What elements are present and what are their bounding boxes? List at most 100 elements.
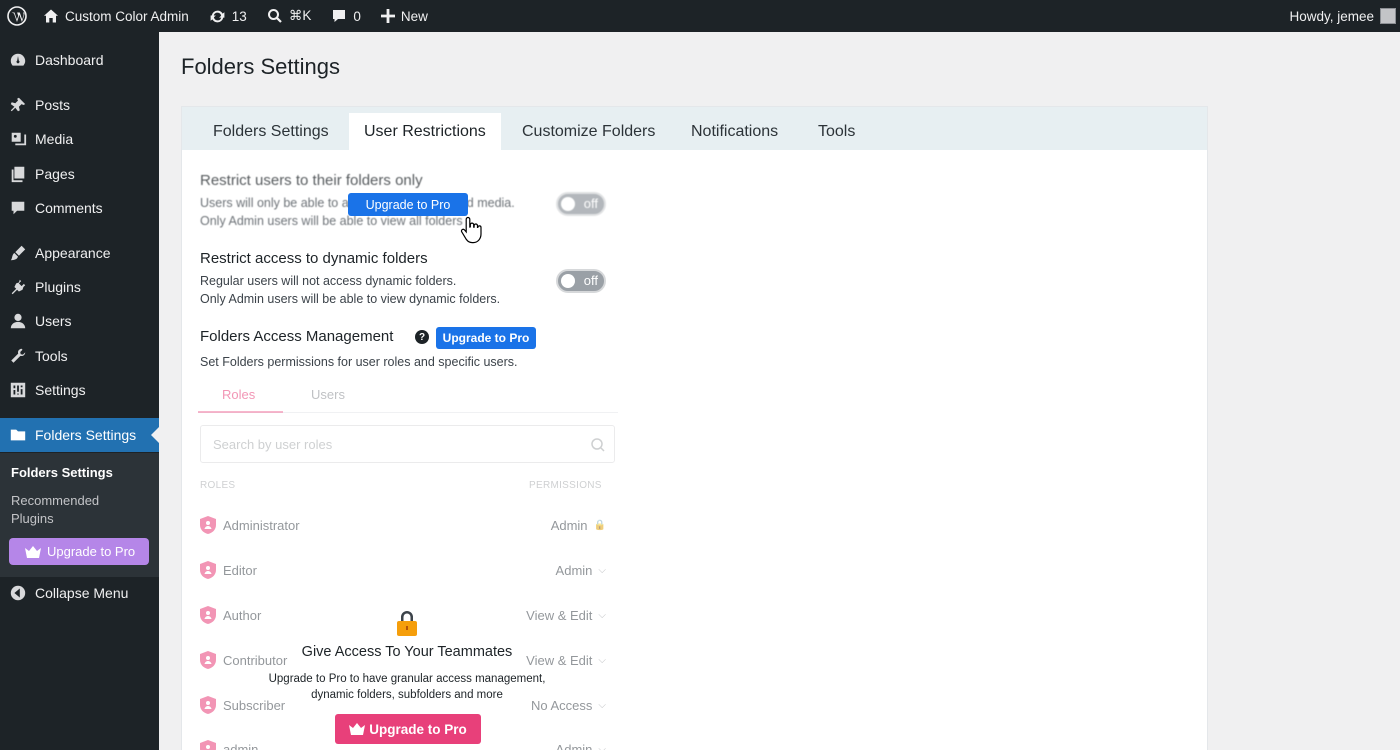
permission-label: Admin (555, 741, 593, 750)
settings-panel: Folders Settings User Restrictions Custo… (181, 106, 1208, 750)
toggle-state: off (583, 273, 598, 288)
chevron-down-icon: ⌵ (598, 743, 606, 750)
folder-icon (10, 429, 26, 441)
sidebar-item-label: Plugins (35, 279, 81, 295)
overlay-upgrade-button[interactable]: Upgrade to Pro (335, 714, 481, 744)
tab-user-restrictions[interactable]: User Restrictions (349, 113, 501, 150)
hand-cursor-icon (460, 216, 482, 244)
settings-icon (10, 382, 26, 398)
restrict-users-upgrade-button[interactable]: Upgrade to Pro (348, 193, 468, 216)
dashboard-icon (10, 53, 26, 66)
brush-icon (10, 245, 26, 261)
tab-bar: Folders Settings User Restrictions Custo… (182, 107, 1207, 150)
sidebar-item-label: Folders Settings (35, 427, 137, 443)
sidebar-item-label: Users (35, 313, 72, 329)
sidebar-item-users[interactable]: Users (0, 304, 159, 338)
sidebar-item-label: Posts (35, 97, 71, 113)
sidebar-item-plugins[interactable]: Plugins (0, 270, 159, 304)
table-row: Editor Admin ⌵ (200, 558, 606, 582)
greeting: Howdy, jemee (1289, 8, 1374, 24)
submenu-recommended-line1[interactable]: Recommended (11, 492, 99, 510)
roles-search-input[interactable]: Search by user roles (200, 425, 615, 463)
sidebar-item-comments[interactable]: Comments (0, 191, 159, 225)
permission-label: Admin (550, 517, 588, 533)
sidebar-item-dashboard[interactable]: Dashboard (0, 43, 159, 77)
sidebar-item-tools[interactable]: Tools (0, 339, 159, 373)
pages-icon (11, 166, 25, 183)
submenu-recommended-line2[interactable]: Plugins (11, 510, 54, 528)
subtab-roles[interactable]: Roles (222, 387, 255, 402)
pin-icon (10, 97, 26, 112)
wordpress-logo-button[interactable] (0, 0, 35, 32)
role-permission-select[interactable]: Admin ⌵ (556, 563, 606, 578)
sidebar-item-appearance[interactable]: Appearance (0, 236, 159, 270)
table-row: Administrator Admin 🔒 (200, 513, 606, 537)
sidebar-item-folders-settings[interactable]: Folders Settings (0, 418, 159, 452)
overlay-desc-line2: dynamic folders, subfolders and more (311, 689, 503, 701)
role-name: Author (223, 607, 262, 623)
search-shortcut: ⌘K (288, 8, 312, 23)
submenu-upgrade-button[interactable]: Upgrade to Pro (9, 538, 149, 565)
updates-link[interactable]: 13 (201, 0, 255, 32)
admin-bar: Custom Color Admin 13 ⌘K 0 New Howdy, je… (0, 0, 1400, 32)
comments-count: 0 (353, 8, 361, 24)
restrict-dynamic-desc-1: Regular users will not access dynamic fo… (200, 274, 457, 288)
restrict-dynamic-toggle[interactable]: off (556, 269, 606, 293)
lock-icon (397, 611, 417, 636)
submenu-folders-settings[interactable]: Folders Settings (11, 464, 113, 482)
permission-label: View & Edit (526, 607, 593, 623)
sidebar-item-pages[interactable]: Pages (0, 157, 159, 191)
subtab-users[interactable]: Users (311, 387, 345, 402)
restrict-dynamic-desc-2: Only Admin users will be able to view dy… (200, 292, 501, 306)
search-link[interactable]: ⌘K (259, 0, 320, 32)
toggle-knob (561, 274, 575, 288)
sidebar-item-label: Dashboard (35, 52, 104, 68)
tab-tools[interactable]: Tools (803, 113, 870, 150)
site-name-link[interactable]: Custom Color Admin (35, 0, 197, 32)
role-permission: Admin 🔒 (551, 518, 606, 533)
role-permission-select[interactable]: View & Edit ⌵ (526, 608, 606, 623)
search-icon (267, 9, 282, 23)
shield-icon (200, 516, 216, 534)
plus-icon (380, 9, 395, 23)
col-permissions-header: PERMISSIONS (529, 480, 602, 491)
sidebar-item-posts[interactable]: Posts (0, 88, 159, 122)
comments-link[interactable]: 0 (323, 0, 369, 32)
restrict-dynamic-title: Restrict access to dynamic folders (200, 250, 428, 267)
sidebar-item-settings[interactable]: Settings (0, 373, 159, 407)
new-content-link[interactable]: New (373, 0, 436, 32)
submenu-upgrade-label: Upgrade to Pro (47, 544, 136, 559)
crown-icon (25, 545, 41, 558)
restrict-users-toggle[interactable]: off (556, 192, 606, 216)
tab-folders-settings[interactable]: Folders Settings (198, 113, 344, 150)
my-account-link[interactable]: Howdy, jemee (1281, 0, 1400, 32)
lock-icon: 🔒 (593, 519, 606, 531)
sidebar-item-media[interactable]: Media (0, 122, 159, 156)
shield-icon (200, 740, 216, 750)
help-icon[interactable]: ? (415, 330, 429, 344)
wordpress-icon (7, 6, 27, 26)
overlay-upgrade-label: Upgrade to Pro (369, 721, 467, 737)
tab-customize-folders[interactable]: Customize Folders (507, 113, 670, 150)
access-mgmt-title: Folders Access Management (200, 328, 394, 345)
media-icon (11, 132, 27, 146)
search-placeholder: Search by user roles (213, 436, 333, 452)
overlay-desc: Upgrade to Pro to have granular access m… (182, 671, 632, 703)
collapse-icon (10, 585, 26, 601)
refresh-icon (210, 10, 225, 22)
restrict-users-title: Restrict users to their folders only (200, 172, 423, 189)
role-name: Administrator (223, 517, 300, 533)
overlay-title: Give Access To Your Teammates (301, 644, 513, 660)
page-title: Folders Settings (181, 54, 340, 79)
new-label: New (400, 8, 428, 24)
collapse-menu-button[interactable]: Collapse Menu (0, 576, 159, 610)
tab-notifications[interactable]: Notifications (676, 113, 793, 150)
comment-icon (11, 201, 25, 215)
subtab-active-indicator (198, 411, 283, 413)
chevron-down-icon: ⌵ (598, 609, 606, 621)
access-mgmt-upgrade-button[interactable]: Upgrade to Pro (436, 327, 536, 349)
role-permission-select[interactable]: Admin ⌵ (556, 742, 606, 750)
avatar (1380, 8, 1396, 24)
search-icon (591, 438, 605, 452)
toggle-state: off (583, 196, 598, 211)
